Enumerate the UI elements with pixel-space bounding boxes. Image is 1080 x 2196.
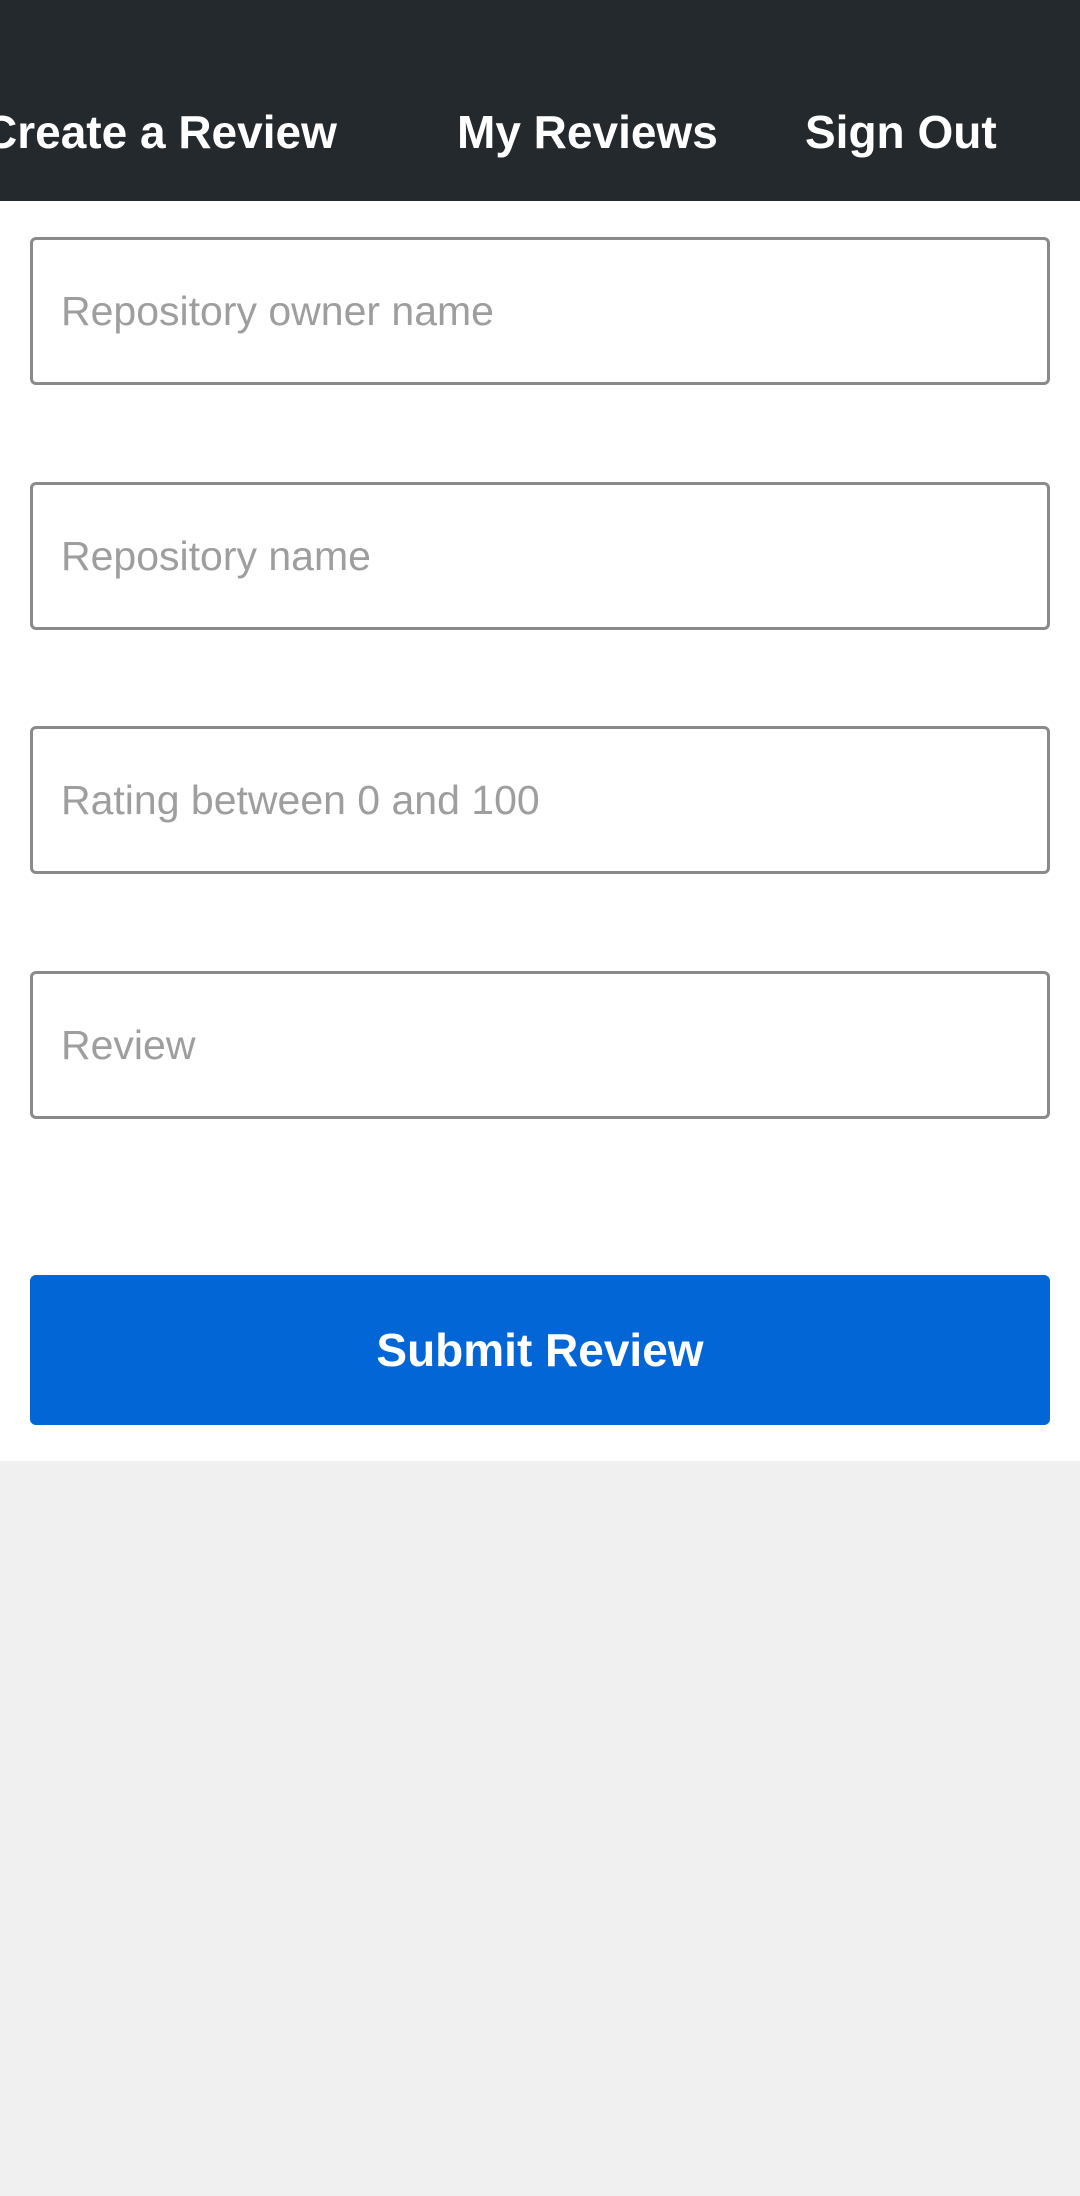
repository-name-input[interactable] <box>30 482 1050 630</box>
review-input[interactable] <box>30 971 1050 1119</box>
tab-my-reviews[interactable]: My Reviews <box>457 100 718 164</box>
rating-input[interactable] <box>30 726 1050 874</box>
app-bar: Create a Review My Reviews Sign Out <box>0 0 1080 201</box>
nav-tabs: Create a Review My Reviews Sign Out <box>0 100 1080 170</box>
submit-review-button[interactable]: Submit Review <box>30 1275 1050 1425</box>
tab-sign-out[interactable]: Sign Out <box>805 100 997 164</box>
tab-create-review[interactable]: Create a Review <box>0 100 337 164</box>
create-review-form: Submit Review <box>0 201 1080 1461</box>
repository-owner-name-input[interactable] <box>30 237 1050 385</box>
